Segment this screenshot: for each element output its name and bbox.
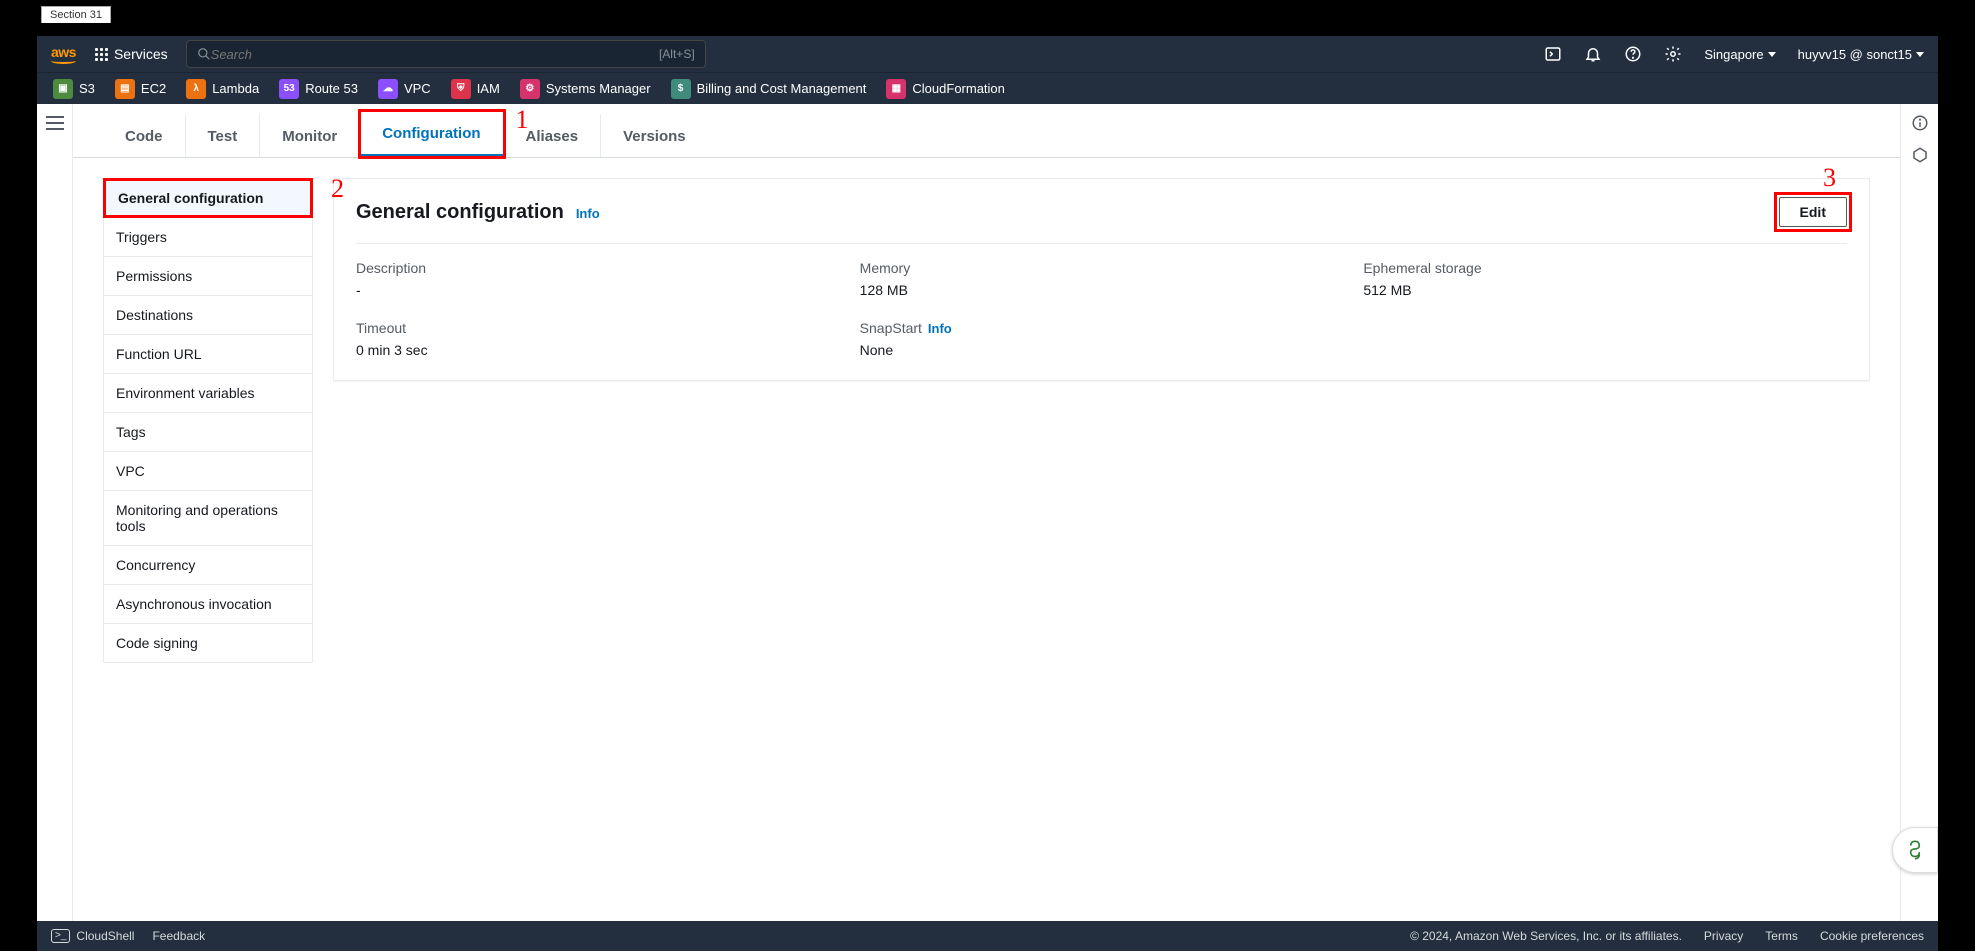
sidenav-item[interactable]: Concurrency	[103, 546, 313, 585]
cloudformation-icon: ▦	[886, 79, 906, 99]
chevron-down-icon	[1916, 52, 1924, 57]
topnav: aws Services [Alt+S] Singapore	[37, 36, 1938, 72]
cloudshell-link[interactable]: >_ CloudShell	[51, 929, 134, 943]
account-menu[interactable]: huyvv15 @ sonct15	[1798, 47, 1924, 62]
chevron-down-icon	[1768, 52, 1776, 57]
terms-link[interactable]: Terms	[1765, 929, 1798, 943]
aws-logo[interactable]: aws	[51, 44, 76, 64]
grid-icon	[94, 47, 108, 61]
value-memory: 128 MB	[860, 282, 1344, 298]
assistant-badge[interactable]	[1892, 827, 1938, 873]
tab-test[interactable]: Test	[186, 114, 261, 157]
label-description: Description	[356, 260, 840, 276]
help-icon[interactable]	[1624, 45, 1642, 63]
bucket-icon: ▣	[53, 79, 73, 99]
sidenav-item[interactable]: Permissions	[103, 257, 313, 296]
cookie-link[interactable]: Cookie preferences	[1820, 929, 1924, 943]
ssm-icon: ⚙	[520, 79, 540, 99]
right-rail	[1900, 104, 1938, 921]
settings-icon[interactable]	[1664, 45, 1682, 63]
info-link[interactable]: Info	[576, 206, 600, 221]
region-selector[interactable]: Singapore	[1704, 47, 1775, 62]
tab-configuration[interactable]: Configuration	[360, 111, 503, 157]
info-link[interactable]: Info	[928, 321, 952, 336]
svc-s3[interactable]: ▣S3	[47, 77, 101, 101]
info-icon[interactable]	[1911, 114, 1929, 132]
config-sidenav: General configurationTriggersPermissions…	[103, 178, 313, 901]
svc-billing[interactable]: $Billing and Cost Management	[665, 77, 873, 101]
search-hint: [Alt+S]	[659, 47, 695, 61]
svc-route53[interactable]: 53Route 53	[273, 77, 364, 101]
hexagon-icon[interactable]	[1911, 146, 1929, 164]
lambda-icon: λ	[186, 79, 206, 99]
tab-aliases[interactable]: Aliases	[504, 114, 602, 157]
value-timeout: 0 min 3 sec	[356, 342, 840, 358]
svc-iam[interactable]: ⛨IAM	[445, 77, 506, 101]
sidenav-item[interactable]: Function URL	[103, 335, 313, 374]
svc-vpc[interactable]: ☁VPC	[372, 77, 437, 101]
svc-lambda[interactable]: λLambda	[180, 77, 265, 101]
label-snapstart: SnapStartInfo	[860, 320, 1344, 336]
section-tab: Section 31	[41, 6, 111, 23]
dns-icon: 53	[279, 79, 299, 99]
value-description: -	[356, 282, 840, 298]
cloudshell-icon[interactable]	[1544, 45, 1562, 63]
account-label: huyvv15 @ sonct15	[1798, 47, 1912, 62]
sidenav-item[interactable]: Monitoring and operations tools	[103, 491, 313, 546]
label-ephemeral: Ephemeral storage	[1363, 260, 1847, 276]
svc-cloudformation[interactable]: ▦CloudFormation	[880, 77, 1011, 101]
label-timeout: Timeout	[356, 320, 840, 336]
footer: >_ CloudShell Feedback © 2024, Amazon We…	[37, 921, 1938, 951]
search-box[interactable]: [Alt+S]	[186, 40, 706, 68]
general-config-panel: General configuration Info Edit Descript…	[333, 178, 1870, 381]
services-label: Services	[114, 46, 168, 62]
label-memory: Memory	[860, 260, 1344, 276]
sidenav-item[interactable]: Destinations	[103, 296, 313, 335]
copyright: © 2024, Amazon Web Services, Inc. or its…	[1410, 929, 1682, 943]
edit-button[interactable]: Edit	[1779, 197, 1847, 227]
panel-title: General configuration	[356, 201, 564, 224]
bell-icon[interactable]	[1584, 45, 1602, 63]
left-rail	[37, 104, 73, 921]
value-ephemeral: 512 MB	[1363, 282, 1847, 298]
lambda-tabs: CodeTestMonitorConfigurationAliasesVersi…	[73, 104, 1900, 158]
tab-code[interactable]: Code	[103, 114, 186, 157]
svc-ssm[interactable]: ⚙Systems Manager	[514, 77, 657, 101]
search-icon	[197, 47, 211, 61]
terminal-icon: >_	[51, 929, 70, 943]
main: CodeTestMonitorConfigurationAliasesVersi…	[37, 104, 1938, 921]
hamburger-icon[interactable]	[46, 116, 64, 130]
search-input[interactable]	[211, 47, 659, 62]
feedback-link[interactable]: Feedback	[152, 929, 205, 943]
sidenav-item[interactable]: General configuration	[103, 178, 313, 218]
billing-icon: $	[671, 79, 691, 99]
tab-versions[interactable]: Versions	[601, 114, 708, 157]
sidenav-item[interactable]: Environment variables	[103, 374, 313, 413]
sidenav-item[interactable]: Triggers	[103, 218, 313, 257]
sidenav-item[interactable]: Code signing	[103, 624, 313, 663]
services-button[interactable]: Services	[86, 42, 176, 66]
value-snapstart: None	[860, 342, 1344, 358]
sidenav-item[interactable]: VPC	[103, 452, 313, 491]
svc-ec2[interactable]: ▤EC2	[109, 77, 172, 101]
sidenav-item[interactable]: Tags	[103, 413, 313, 452]
privacy-link[interactable]: Privacy	[1704, 929, 1743, 943]
iam-icon: ⛨	[451, 79, 471, 99]
server-icon: ▤	[115, 79, 135, 99]
region-label: Singapore	[1704, 47, 1763, 62]
tab-monitor[interactable]: Monitor	[260, 114, 360, 157]
vpc-icon: ☁	[378, 79, 398, 99]
sidenav-item[interactable]: Asynchronous invocation	[103, 585, 313, 624]
service-shortcut-bar: ▣S3 ▤EC2 λLambda 53Route 53 ☁VPC ⛨IAM ⚙S…	[37, 72, 1938, 104]
